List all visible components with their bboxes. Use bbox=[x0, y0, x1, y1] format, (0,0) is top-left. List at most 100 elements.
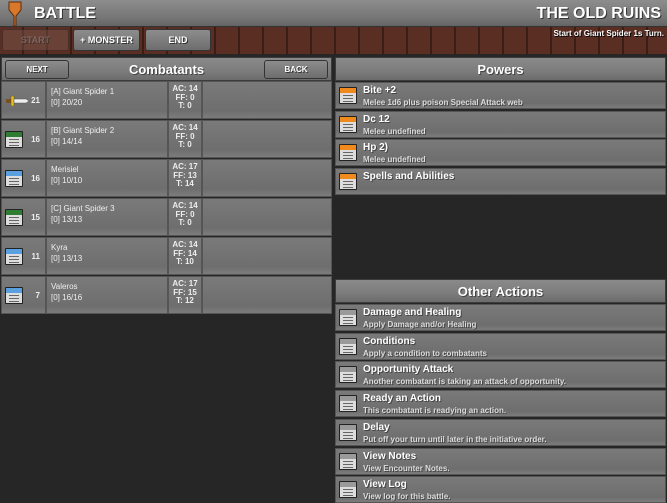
action-title: Opportunity Attack bbox=[363, 364, 454, 376]
combatant-hp: [0] 13/13 bbox=[51, 254, 83, 263]
powers-header: Powers bbox=[335, 57, 666, 81]
turn-status: Start of Giant Spider 1s Turn. bbox=[553, 29, 664, 38]
next-button[interactable]: NEXT bbox=[5, 60, 69, 79]
power-item[interactable]: Spells and Abilities bbox=[335, 167, 666, 195]
toolbar: START + MONSTER END Start of Giant Spide… bbox=[0, 27, 667, 54]
action-card-icon bbox=[339, 423, 357, 441]
combatant-hp: [0] 13/13 bbox=[51, 215, 83, 224]
back-button[interactable]: BACK bbox=[264, 60, 328, 79]
combatant-hp: [0] 14/14 bbox=[51, 137, 83, 146]
action-item[interactable]: Opportunity Attack Another combatant is t… bbox=[335, 361, 666, 389]
shield-banner-icon bbox=[8, 1, 22, 27]
action-item[interactable]: Damage and Healing Apply Damage and/or He… bbox=[335, 304, 666, 331]
combatants-header: NEXT Combatants BACK bbox=[1, 57, 332, 81]
initiative: 16 bbox=[31, 135, 40, 144]
combatant-name: [C] Giant Spider 3 bbox=[51, 204, 115, 213]
initiative: 11 bbox=[31, 252, 40, 261]
start-button[interactable]: START bbox=[2, 29, 69, 51]
character-card-icon bbox=[5, 170, 23, 187]
combatant-name: Valeros bbox=[51, 282, 78, 291]
power-description: Melee 1d6 plus poison Special Attack web bbox=[363, 98, 523, 107]
power-card-icon bbox=[339, 115, 357, 133]
action-title: Ready an Action bbox=[363, 393, 441, 405]
combatant-conditions bbox=[202, 120, 332, 158]
combatant-name: Merisiel bbox=[51, 165, 79, 174]
initiative: 7 bbox=[35, 291, 40, 300]
combatant-row[interactable]: 16 Merisiel [0] 10/10 AC: 17 FF: 13 T: 14 bbox=[1, 159, 332, 197]
action-card-icon bbox=[339, 481, 357, 499]
touch: T: 0 bbox=[178, 140, 192, 149]
action-card-icon bbox=[339, 337, 357, 355]
action-title: Damage and Healing bbox=[363, 307, 462, 318]
power-card-icon bbox=[339, 87, 357, 104]
add-monster-button[interactable]: + MONSTER bbox=[73, 29, 140, 51]
touch: T: 12 bbox=[176, 296, 194, 305]
powers-title: Powers bbox=[477, 61, 524, 77]
sword-icon bbox=[6, 96, 30, 106]
power-card-icon bbox=[339, 144, 357, 161]
combatants-title: Combatants bbox=[128, 61, 205, 77]
power-item[interactable]: Dc 12 Melee undefined bbox=[335, 110, 666, 138]
action-description: Apply a condition to combatants bbox=[363, 348, 488, 358]
touch: T: 0 bbox=[178, 101, 192, 110]
touch: T: 14 bbox=[176, 179, 194, 188]
combatant-hp: [0] 10/10 bbox=[51, 176, 83, 185]
power-card-icon bbox=[339, 172, 357, 190]
power-item[interactable]: Bite +2 Melee 1d6 plus poison Special Att… bbox=[335, 82, 666, 109]
action-card-icon bbox=[339, 395, 357, 413]
combatant-hp: [0] 20/20 bbox=[51, 98, 83, 107]
action-title: Delay bbox=[363, 421, 390, 433]
combatant-name: Kyra bbox=[51, 243, 68, 252]
power-description: Melee undefined bbox=[363, 126, 426, 136]
combatant-row[interactable]: 16 [B] Giant Spider 2 [0] 14/14 AC: 14 FF:… bbox=[1, 120, 332, 158]
app-title: BATTLE bbox=[34, 5, 96, 22]
action-item[interactable]: Conditions Apply a condition to combatant… bbox=[335, 332, 666, 360]
other-actions-title: Other Actions bbox=[457, 283, 544, 299]
power-title: Spells and Abilities bbox=[363, 170, 455, 182]
combatant-conditions bbox=[202, 159, 332, 197]
action-description: Apply Damage and/or Healing bbox=[363, 320, 477, 329]
combatant-conditions bbox=[202, 81, 332, 119]
action-card-icon bbox=[339, 309, 357, 326]
action-item[interactable]: View Log View log for this battle. bbox=[335, 476, 666, 503]
combatant-row[interactable]: 11 Kyra [0] 13/13 AC: 14 FF: 14 T: 10 bbox=[1, 237, 332, 275]
monster-card-icon bbox=[5, 131, 23, 148]
character-card-icon bbox=[5, 287, 23, 304]
combatant-row[interactable]: 15 [C] Giant Spider 3 [0] 13/13 AC: 14 FF:… bbox=[1, 198, 332, 236]
combatant-row[interactable]: 21 [A] Giant Spider 1 [0] 20/20 AC: 14 FF:… bbox=[1, 81, 332, 119]
action-description: Put off your turn until later in the ini… bbox=[363, 434, 547, 444]
combatant-conditions bbox=[202, 237, 332, 275]
action-title: View Notes bbox=[363, 450, 417, 462]
power-title: Hp 2) bbox=[363, 142, 388, 153]
combatant-hp: [0] 16/16 bbox=[51, 293, 83, 302]
action-description: View Encounter Notes. bbox=[363, 463, 450, 473]
action-description: This combatant is readying an action. bbox=[363, 406, 507, 416]
monster-card-icon bbox=[5, 209, 23, 226]
power-title: Bite +2 bbox=[363, 85, 397, 96]
action-card-icon bbox=[339, 366, 357, 384]
combatant-conditions bbox=[202, 276, 332, 314]
touch: T: 0 bbox=[178, 218, 192, 227]
power-item[interactable]: Hp 2) Melee undefined bbox=[335, 139, 666, 166]
action-item[interactable]: Delay Put off your turn until later in th… bbox=[335, 418, 666, 446]
combatant-name: [A] Giant Spider 1 bbox=[51, 87, 115, 96]
header-bar: BATTLE THE OLD RUINS bbox=[0, 0, 667, 27]
initiative: 21 bbox=[31, 96, 40, 105]
encounter-title: THE OLD RUINS bbox=[536, 5, 661, 22]
action-card-icon bbox=[339, 452, 357, 470]
touch: T: 10 bbox=[176, 257, 194, 266]
combatant-conditions bbox=[202, 198, 332, 236]
initiative: 16 bbox=[31, 174, 40, 183]
end-button[interactable]: END bbox=[145, 29, 211, 51]
power-title: Dc 12 bbox=[363, 113, 390, 125]
action-title: Conditions bbox=[363, 335, 416, 347]
action-description: Another combatant is taking an attack of… bbox=[363, 377, 566, 387]
power-description: Melee undefined bbox=[363, 155, 426, 164]
action-title: View Log bbox=[363, 479, 407, 491]
initiative: 15 bbox=[31, 213, 40, 222]
action-item[interactable]: View Notes View Encounter Notes. bbox=[335, 447, 666, 475]
other-actions-header: Other Actions bbox=[335, 279, 666, 303]
action-item[interactable]: Ready an Action This combatant is readyin… bbox=[335, 390, 666, 418]
character-card-icon bbox=[5, 248, 23, 265]
combatant-row[interactable]: 7 Valeros [0] 16/16 AC: 17 FF: 15 T: 12 bbox=[1, 276, 332, 314]
